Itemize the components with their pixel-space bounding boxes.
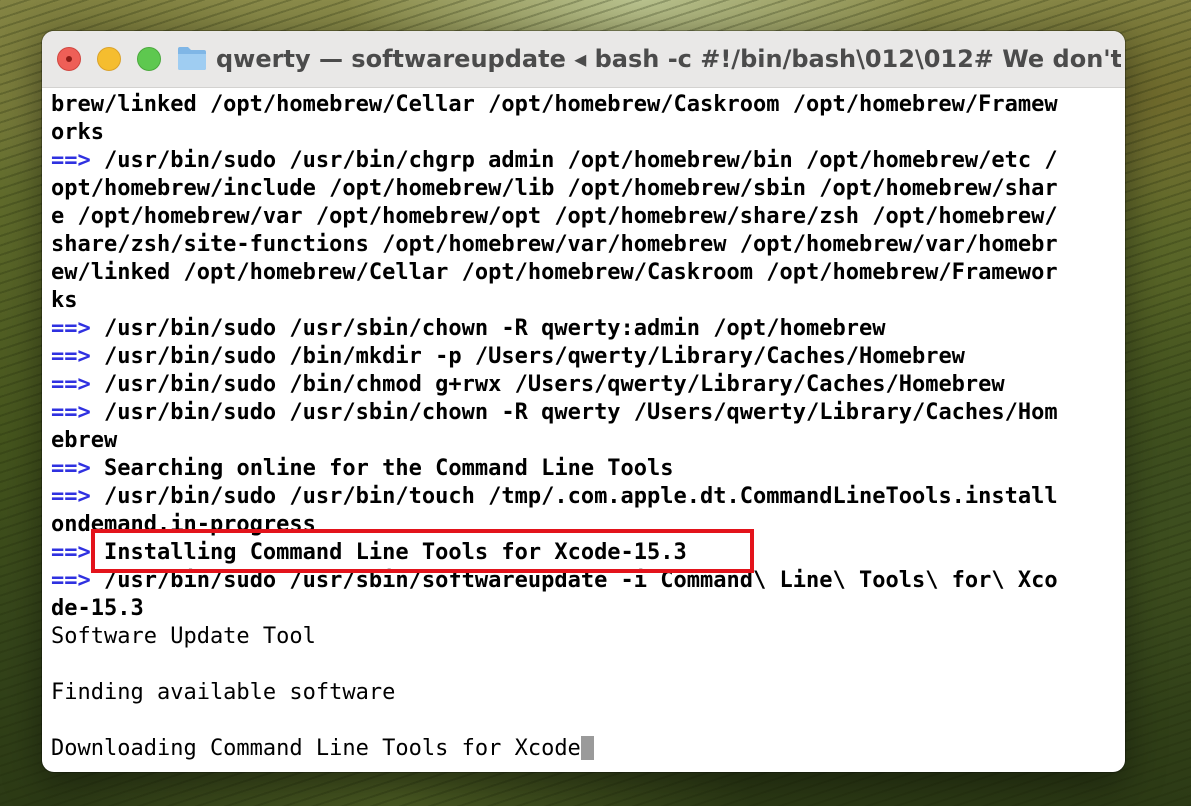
- terminal-line-text: orks: [51, 120, 104, 145]
- terminal-line-text: brew/linked /opt/homebrew/Cellar /opt/ho…: [51, 92, 1058, 117]
- close-button[interactable]: [57, 47, 81, 71]
- terminal-window[interactable]: qwerty — softwareupdate ◂ bash -c #!/bin…: [42, 31, 1125, 772]
- terminal-line: ==> /usr/bin/sudo /usr/bin/chgrp admin /…: [51, 147, 1121, 175]
- terminal-line: ==> /usr/bin/sudo /usr/bin/touch /tmp/.c…: [51, 483, 1121, 511]
- terminal-line: share/zsh/site-functions /opt/homebrew/v…: [51, 231, 1121, 259]
- prompt-arrow: ==>: [51, 316, 91, 341]
- terminal-line: ==> /usr/bin/sudo /usr/sbin/chown -R qwe…: [51, 315, 1121, 343]
- terminal-line-text: /usr/bin/sudo /usr/sbin/chown -R qwerty:…: [90, 316, 886, 341]
- terminal-output[interactable]: brew/linked /opt/homebrew/Cellar /opt/ho…: [51, 91, 1121, 763]
- terminal-line: de-15.3: [51, 595, 1121, 623]
- terminal-line: ks: [51, 287, 1121, 315]
- title-bar[interactable]: qwerty — softwareupdate ◂ bash -c #!/bin…: [42, 31, 1125, 88]
- terminal-line-text: share/zsh/site-functions /opt/homebrew/v…: [51, 232, 1058, 257]
- prompt-arrow: ==>: [51, 372, 91, 397]
- prompt-arrow: ==>: [51, 148, 91, 173]
- terminal-line-text: /usr/bin/sudo /bin/chmod g+rwx /Users/qw…: [90, 372, 1005, 397]
- terminal-line-text: ks: [51, 288, 78, 313]
- terminal-line: ==> /usr/bin/sudo /bin/mkdir -p /Users/q…: [51, 343, 1121, 371]
- terminal-line: Downloading Command Line Tools for Xcode: [51, 735, 1121, 763]
- terminal-line: ==> /usr/bin/sudo /bin/chmod g+rwx /User…: [51, 371, 1121, 399]
- terminal-line: ==> Searching online for the Command Lin…: [51, 455, 1121, 483]
- highlight-annotation-box: [91, 529, 754, 573]
- terminal-line-text: e /opt/homebrew/var /opt/homebrew/opt /o…: [51, 204, 1058, 229]
- text-cursor: [580, 736, 594, 760]
- terminal-line-text: Downloading Command Line Tools for Xcode: [51, 736, 581, 761]
- terminal-line-text: /usr/bin/sudo /bin/mkdir -p /Users/qwert…: [90, 344, 965, 369]
- prompt-arrow: ==>: [51, 484, 91, 509]
- terminal-line: ew/linked /opt/homebrew/Cellar /opt/home…: [51, 259, 1121, 287]
- prompt-arrow: ==>: [51, 540, 91, 565]
- terminal-line: orks: [51, 119, 1121, 147]
- terminal-line: ebrew: [51, 427, 1121, 455]
- terminal-line-text: ebrew: [51, 428, 118, 453]
- terminal-line-text: /usr/bin/sudo /usr/bin/chgrp admin /opt/…: [90, 148, 1058, 173]
- terminal-line: ==> /usr/bin/sudo /usr/sbin/chown -R qwe…: [51, 399, 1121, 427]
- folder-icon: [178, 47, 206, 70]
- terminal-line-text: Finding available software: [51, 680, 396, 705]
- terminal-line: Software Update Tool: [51, 623, 1121, 651]
- terminal-line: e /opt/homebrew/var /opt/homebrew/opt /o…: [51, 203, 1121, 231]
- prompt-arrow: ==>: [51, 568, 91, 593]
- terminal-line-text: de-15.3: [51, 596, 144, 621]
- terminal-line-text: Software Update Tool: [51, 624, 316, 649]
- terminal-line-text: ew/linked /opt/homebrew/Cellar /opt/home…: [51, 260, 1058, 285]
- terminal-line-text: /usr/bin/sudo /usr/bin/touch /tmp/.com.a…: [90, 484, 1058, 509]
- terminal-line: Finding available software: [51, 679, 1121, 707]
- terminal-line: opt/homebrew/include /opt/homebrew/lib /…: [51, 175, 1121, 203]
- minimize-button[interactable]: [97, 47, 121, 71]
- prompt-arrow: ==>: [51, 456, 91, 481]
- terminal-line-text: /usr/bin/sudo /usr/sbin/chown -R qwerty …: [90, 400, 1058, 425]
- prompt-arrow: ==>: [51, 344, 91, 369]
- zoom-button[interactable]: [137, 47, 161, 71]
- terminal-line: brew/linked /opt/homebrew/Cellar /opt/ho…: [51, 91, 1121, 119]
- terminal-line-text: Searching online for the Command Line To…: [90, 456, 674, 481]
- window-title: qwerty — softwareupdate ◂ bash -c #!/bin…: [216, 45, 1121, 73]
- terminal-line-text: opt/homebrew/include /opt/homebrew/lib /…: [51, 176, 1058, 201]
- prompt-arrow: ==>: [51, 400, 91, 425]
